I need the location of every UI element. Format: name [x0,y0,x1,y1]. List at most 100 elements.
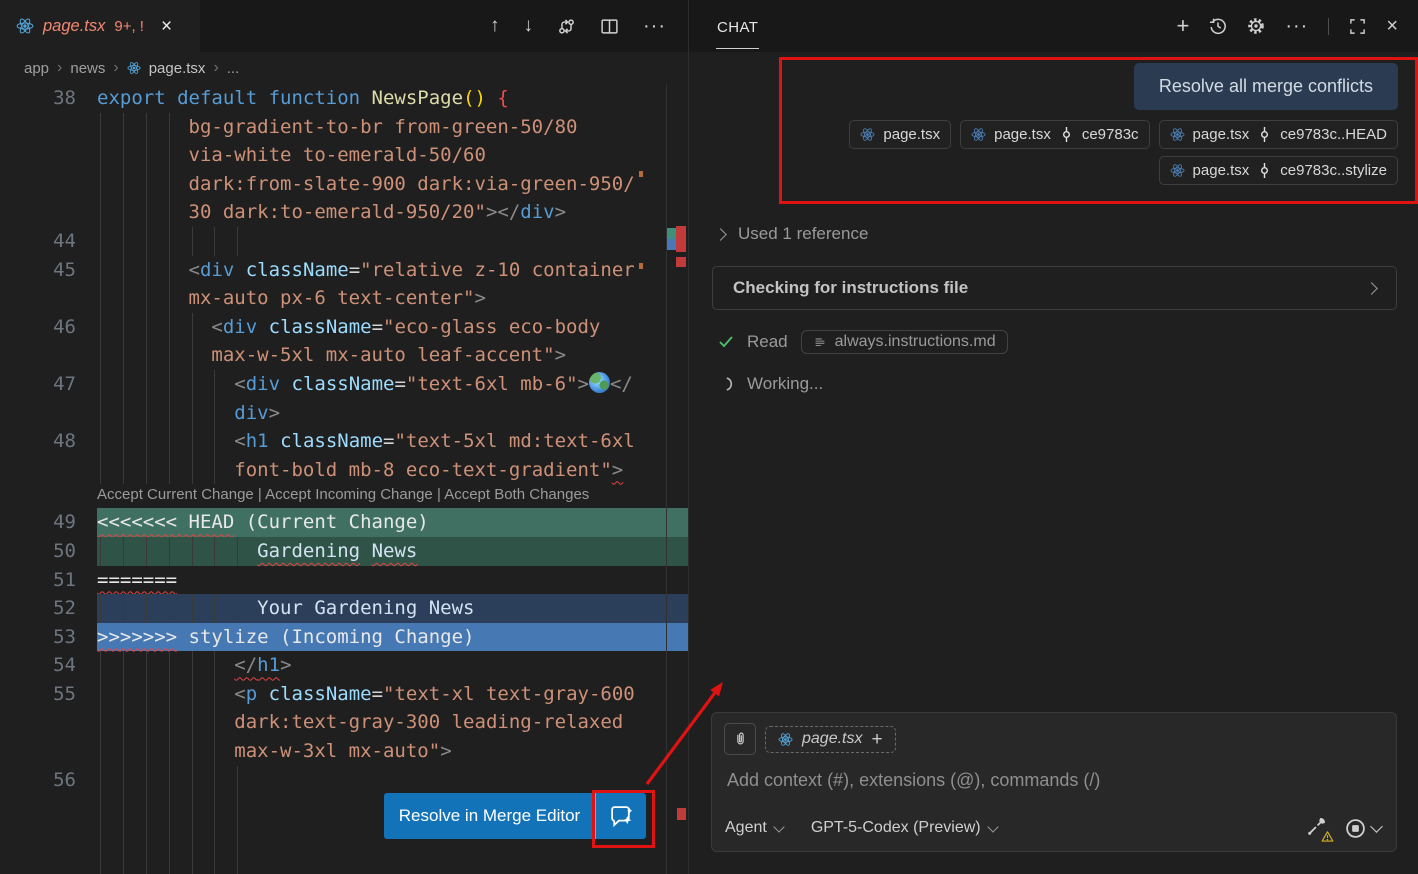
react-file-icon [860,127,875,142]
previous-change-icon[interactable]: ↑ [490,15,500,37]
resolve-all-merge-conflicts-button[interactable]: Resolve all merge conflicts [1134,63,1398,110]
code-token: className [269,683,372,705]
indent-guide [146,851,147,874]
model-dropdown[interactable]: GPT-5-Codex (Preview) [811,819,997,837]
context-chip[interactable]: page.tsx ce9783c..HEAD [1159,120,1398,149]
indent-guide [123,256,124,285]
react-file-icon [16,17,34,35]
code-line-body [97,227,688,256]
breadcrumb-item-symbol[interactable]: ... [227,60,240,77]
indent-guide [214,766,215,795]
indent-guide [214,456,215,485]
indent-guide [100,227,101,256]
code-line: via-white to-emerald-50/60 [0,141,688,170]
line-number [0,399,97,428]
chat-mode-row: Agent GPT-5-Codex (Preview) [725,816,1381,840]
code-token: dark:from-slate-900 dark:via-green-950/ [189,173,635,195]
progress-step-box[interactable]: Checking for instructions file [712,266,1397,310]
code-token: h1 [246,430,269,452]
attach-context-button[interactable] [724,723,756,755]
tools-icon[interactable] [1306,816,1330,840]
close-panel-icon[interactable]: × [1386,16,1398,36]
close-tab-icon[interactable]: × [161,17,172,36]
indent-guide [192,427,193,456]
ruler-mark-current [667,228,676,239]
codelens-link[interactable]: Accept Current Change [97,486,254,503]
indent-guide [146,737,147,766]
context-chip[interactable]: page.tsx [849,120,951,149]
editor-actions: ↑ ↓ ··· [490,0,688,52]
code-token: via-white to-emerald-50/60 [189,144,486,166]
breadcrumb-item-app[interactable]: app [24,60,49,77]
attached-file-chip[interactable]: page.tsx + [765,726,896,753]
indent-guide [169,651,170,680]
indent-guide [123,794,124,823]
indent-guide [214,399,215,428]
stop-button[interactable] [1345,818,1381,839]
tab-chat[interactable]: CHAT [716,4,759,49]
indent-guide [123,456,124,485]
compare-changes-icon[interactable] [557,17,576,36]
indent-guide [237,823,238,852]
code-area: 38export default function NewsPage() { b… [0,84,688,874]
editor-tab-bar: page.tsx 9+, ! × ↑ ↓ ··· [0,0,688,52]
chat-input-placeholder[interactable]: Add context (#), extensions (@), command… [727,770,1384,791]
chevron-right-icon: › [213,59,218,77]
indent-guide [192,766,193,795]
more-actions-icon[interactable]: ··· [643,15,666,38]
indent-guide [100,794,101,823]
split-editor-icon[interactable] [600,17,619,36]
indent-guide [169,370,170,399]
next-change-icon[interactable]: ↓ [524,15,534,37]
indent-guide [100,170,101,199]
react-file-icon [1170,127,1185,142]
indent-guide [237,766,238,795]
breadcrumb-item-file[interactable]: page.tsx [149,60,206,77]
codelens-link[interactable]: Accept Incoming Change [265,486,433,503]
maximize-icon[interactable] [1349,18,1366,35]
context-chip[interactable]: page.tsx ce9783c..stylize [1159,156,1398,185]
resolve-in-merge-editor-button[interactable]: Resolve in Merge Editor [384,793,646,839]
code-token: > [475,287,486,309]
indent-guide [169,198,170,227]
new-chat-icon[interactable]: + [1176,15,1189,37]
instructions-file-chip[interactable]: always.instructions.md [801,330,1008,354]
line-number: 53 [0,623,97,652]
editor-pane: page.tsx 9+, ! × ↑ ↓ ··· app › news › pa… [0,0,688,874]
gear-icon[interactable] [1247,17,1265,35]
used-references-toggle[interactable]: Used 1 reference [716,224,868,244]
history-icon[interactable] [1209,17,1227,35]
code-token: export default [97,87,269,109]
add-icon[interactable]: + [871,730,882,749]
line-number: 38 [0,84,97,113]
code-token: max-w-5xl mx-auto leaf-accent" [211,344,554,366]
indent-guide [237,851,238,874]
spinner-icon [716,375,734,393]
chat-input-card[interactable]: page.tsx + Add context (#), extensions (… [711,712,1397,852]
indent-guide [100,399,101,428]
tab-page-tsx[interactable]: page.tsx 9+, ! × [0,0,200,52]
breadcrumb-item-news[interactable]: news [70,60,105,77]
code-token [360,540,371,562]
indent-guide [169,170,170,199]
code-line: 45 <div className="relative z-10 contain… [0,256,688,285]
context-chip[interactable]: page.tsx ce9783c [960,120,1149,149]
code-token: className [280,430,383,452]
chevron-down-icon [1370,820,1383,833]
indent-guide [146,399,147,428]
code-line: div> [0,399,688,428]
code-line: dark:from-slate-900 dark:via-green-950/ [0,170,688,199]
codelens-link[interactable]: Accept Both Changes [444,486,589,503]
copilot-sparkle-icon[interactable] [595,793,646,839]
chip-file-name: page.tsx [883,126,940,143]
code-token: < [234,683,245,705]
more-actions-icon[interactable]: ··· [1285,15,1308,38]
indent-guide [100,284,101,313]
code-line-body: mx-auto px-6 text-center"> [97,284,688,313]
line-number [0,113,97,142]
mode-dropdown[interactable]: Agent [725,819,783,837]
chevron-down-icon [987,821,998,832]
code-line: 30 dark:to-emerald-950/20"></div> [0,198,688,227]
indent-guide [192,313,193,342]
code-line: 50 Gardening News [0,537,688,566]
